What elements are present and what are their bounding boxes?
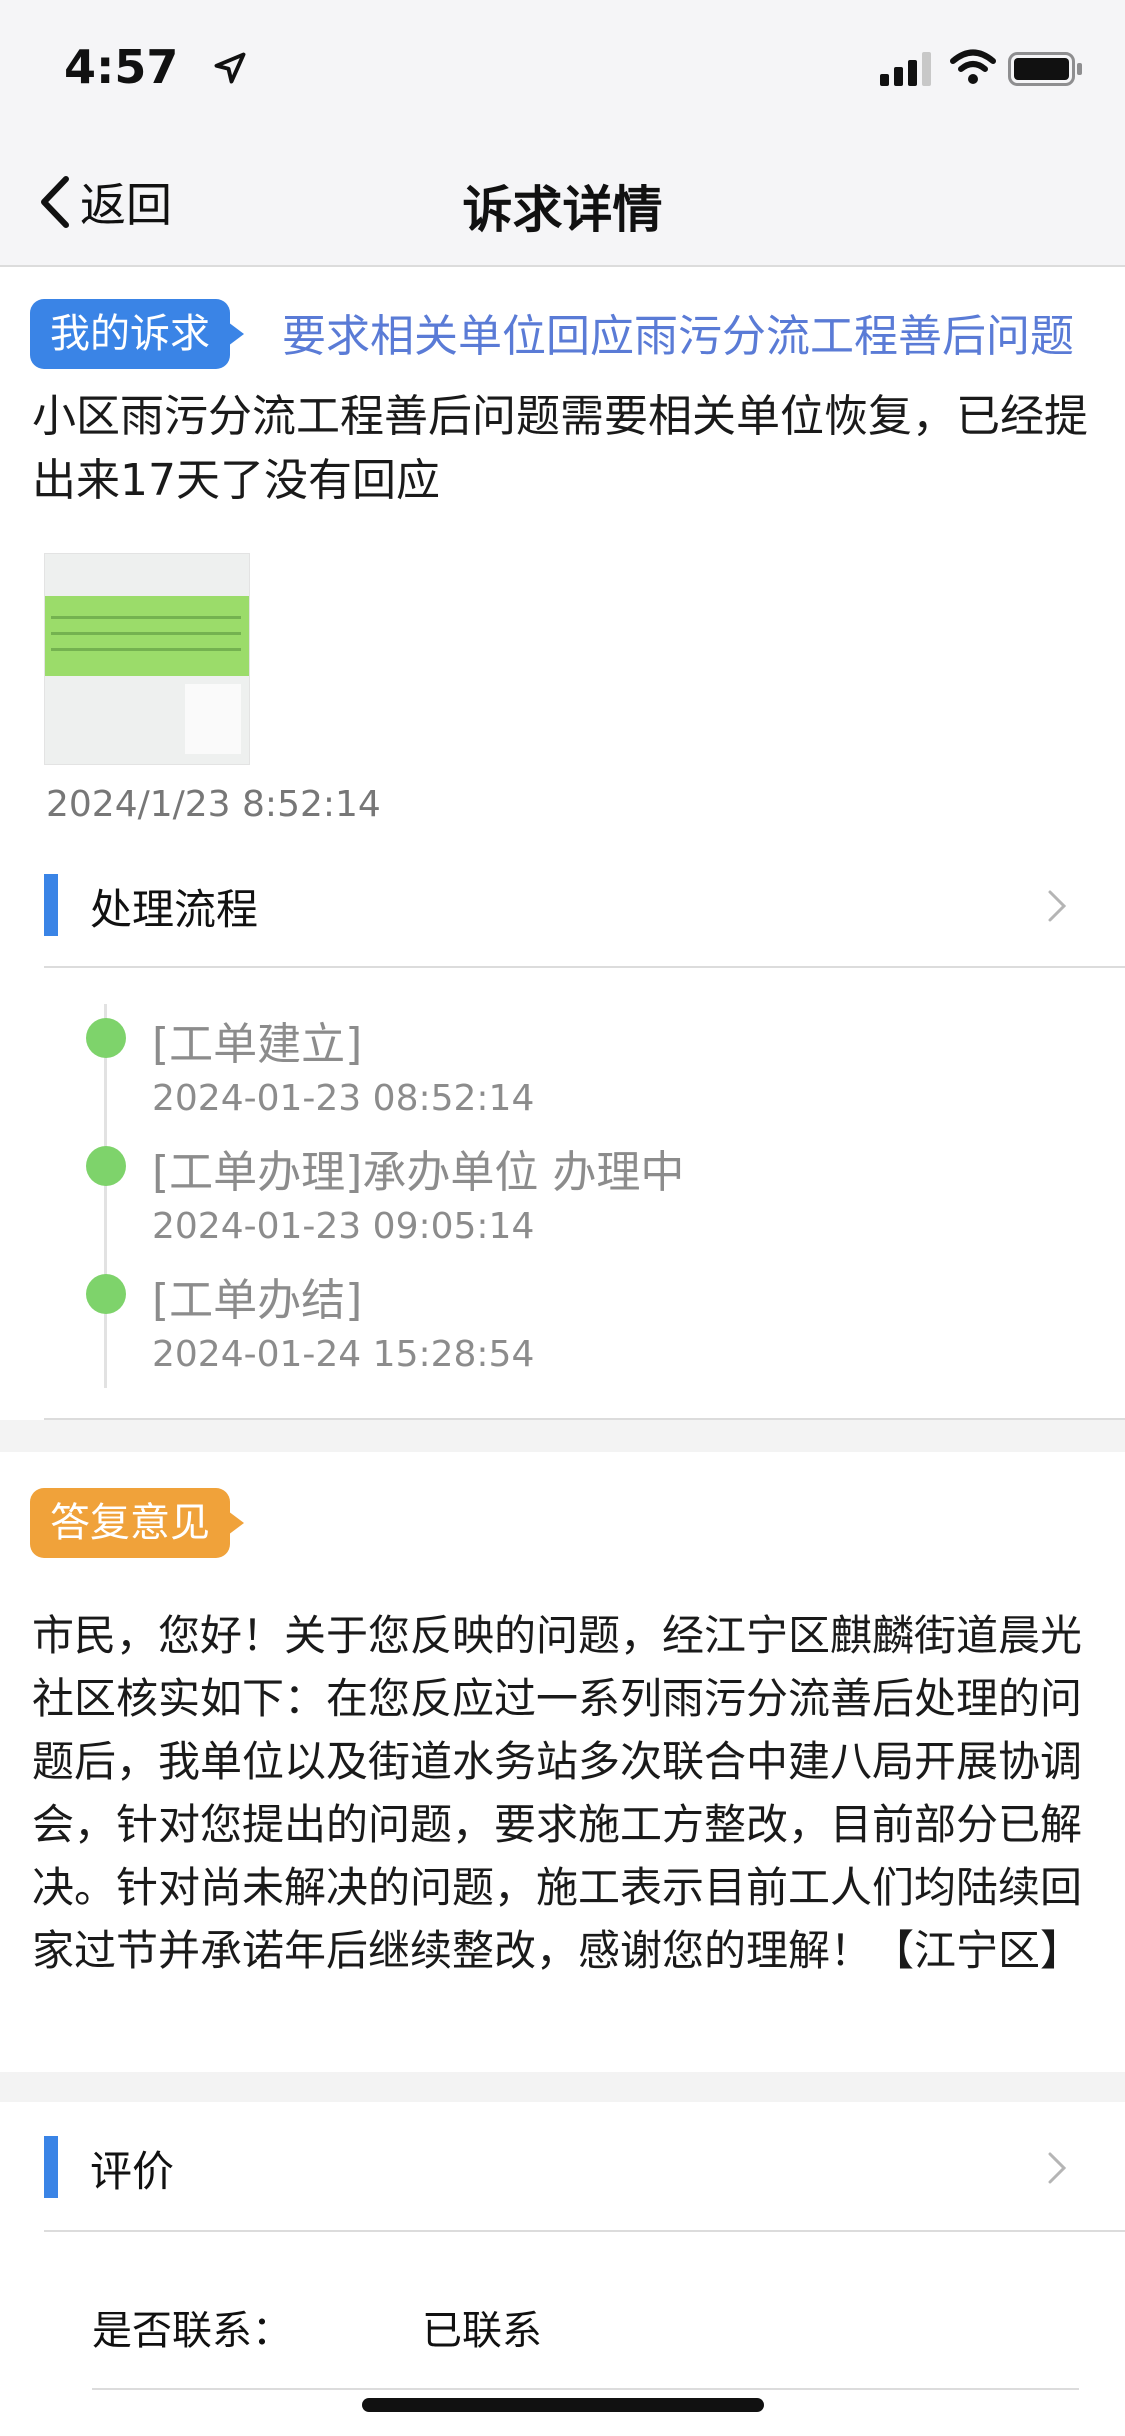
section-gap (0, 1420, 1125, 1452)
timeline-dot (86, 1018, 126, 1058)
timeline-step-title: [工单办结] (152, 1275, 363, 1326)
process-header[interactable]: 处理流程 (0, 866, 1125, 946)
timeline-step-time: 2024-01-23 08:52:14 (152, 1078, 535, 1119)
timeline-step-title: [工单办理]承办单位 办理中 (152, 1147, 685, 1198)
divider (44, 2230, 1125, 2232)
complaint-description: 小区雨污分流工程善后问题需要相关单位恢复，已经提出来17天了没有回应 (32, 391, 1088, 506)
section-accent-bar (44, 874, 58, 936)
section-accent-bar (44, 2136, 58, 2198)
status-time: 4:57 (64, 40, 179, 94)
complaint-title: 要求相关单位回应雨污分流工程善后问题 (282, 311, 1074, 362)
contacted-value: 已联系 (422, 2308, 542, 2354)
navigation-bar: 返回 诉求详情 (0, 140, 1125, 267)
page-title: 诉求详情 (462, 181, 663, 239)
timeline-dot (86, 1274, 126, 1314)
process-header-label: 处理流程 (90, 885, 259, 934)
evaluation-header[interactable]: 评价 (0, 2128, 1125, 2208)
timeline-step-time: 2024-01-24 15:28:54 (152, 1334, 535, 1375)
reply-text: 市民，您好！关于您反映的问题，经江宁区麒麟街道晨光社区核实如下：在您反应过一系列… (32, 1611, 1083, 1975)
attachment-thumbnail[interactable] (44, 553, 250, 765)
section-gap (0, 2072, 1125, 2102)
divider (44, 966, 1125, 968)
submitted-timestamp: 2024/1/23 8:52:14 (46, 784, 381, 825)
timeline-step-title: [工单建立] (152, 1019, 363, 1070)
location-arrow-icon (214, 52, 246, 84)
my-complaint-tag: 我的诉求 (30, 299, 244, 369)
status-bar: 4:57 (0, 0, 1125, 140)
timeline-line (104, 1004, 107, 1388)
battery-icon (1008, 52, 1082, 86)
chevron-right-icon (1048, 2152, 1067, 2184)
timeline-step-time: 2024-01-23 09:05:14 (152, 1206, 535, 1247)
evaluation-header-label: 评价 (90, 2147, 175, 2196)
home-indicator[interactable] (362, 2398, 764, 2412)
cellular-signal-icon (880, 52, 931, 86)
divider (92, 2388, 1079, 2390)
timeline-dot (86, 1146, 126, 1186)
contacted-label: 是否联系： (92, 2308, 292, 2354)
chevron-right-icon (1048, 890, 1067, 922)
reply-tag: 答复意见 (30, 1488, 244, 1558)
wifi-icon (950, 49, 996, 84)
